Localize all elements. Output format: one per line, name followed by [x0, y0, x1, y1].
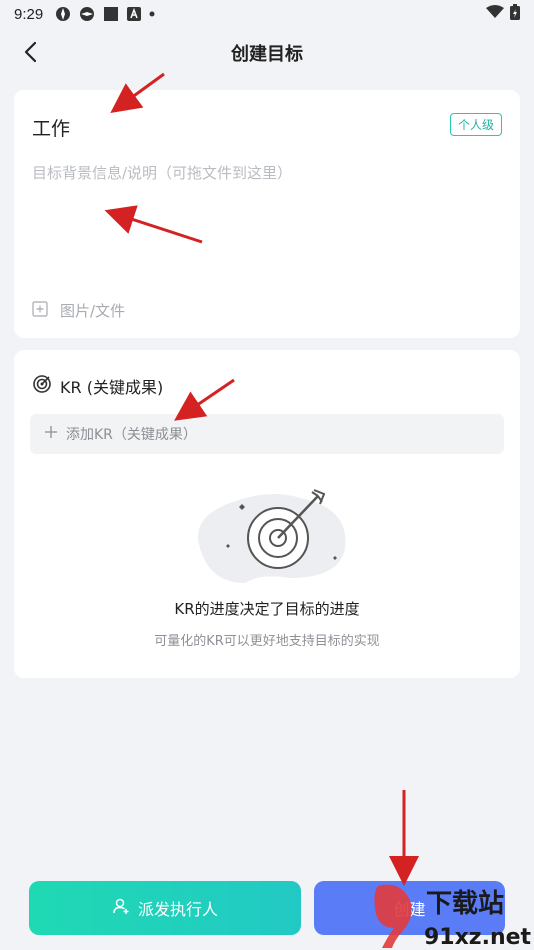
- page-title: 创建目标: [231, 44, 303, 65]
- site-watermark-logo: 下载站 91xz.net: [374, 884, 532, 950]
- add-kr-label: 添加KR（关键成果）: [66, 427, 197, 443]
- goal-card: 工作 个人级 目标背景信息/说明（可拖文件到这里） 图片/文件: [14, 90, 520, 338]
- app-notification-icon: [55, 6, 71, 22]
- add-square-icon: [32, 300, 48, 321]
- app-notification-icon: [79, 6, 95, 22]
- target-icon: [32, 374, 52, 398]
- dot-icon: [149, 11, 155, 17]
- kr-heading: KR (关键成果): [32, 374, 163, 398]
- assign-executor-button[interactable]: 派发执行人: [29, 881, 301, 935]
- status-bar: 9:29: [0, 0, 534, 28]
- empty-state-subtitle: 可量化的KR可以更好地支持目标的实现: [154, 634, 380, 649]
- goal-title-input[interactable]: 工作: [32, 114, 70, 141]
- empty-state-title: KR的进度决定了目标的进度: [174, 600, 360, 618]
- wifi-icon: [486, 5, 504, 23]
- back-arrow-icon[interactable]: [18, 40, 44, 66]
- add-kr-button[interactable]: 添加KR（关键成果）: [30, 414, 504, 454]
- user-add-icon: [112, 897, 130, 919]
- kr-heading-label: KR (关键成果): [60, 378, 164, 397]
- kr-card: KR (关键成果) 添加KR（关键成果） KR的进度决定了目标的进度 可量化的K…: [14, 350, 520, 678]
- goal-description-input[interactable]: 目标背景信息/说明（可拖文件到这里）: [32, 162, 292, 183]
- status-time: 9:29: [14, 5, 44, 23]
- attach-file-button[interactable]: 图片/文件: [32, 300, 125, 321]
- attach-label: 图片/文件: [60, 302, 126, 320]
- assign-executor-label: 派发执行人: [137, 900, 218, 919]
- header-bar: 创建目标: [0, 30, 534, 76]
- watermark-domain: 91xz.net: [424, 925, 532, 950]
- level-badge[interactable]: 个人级: [449, 113, 502, 136]
- empty-target-illustration: [190, 478, 350, 588]
- square-notification-icon: [103, 6, 119, 22]
- watermark-title: 下载站: [426, 889, 504, 919]
- battery-icon: [510, 4, 520, 24]
- a-notification-icon: [127, 7, 142, 21]
- plus-icon: [44, 425, 58, 443]
